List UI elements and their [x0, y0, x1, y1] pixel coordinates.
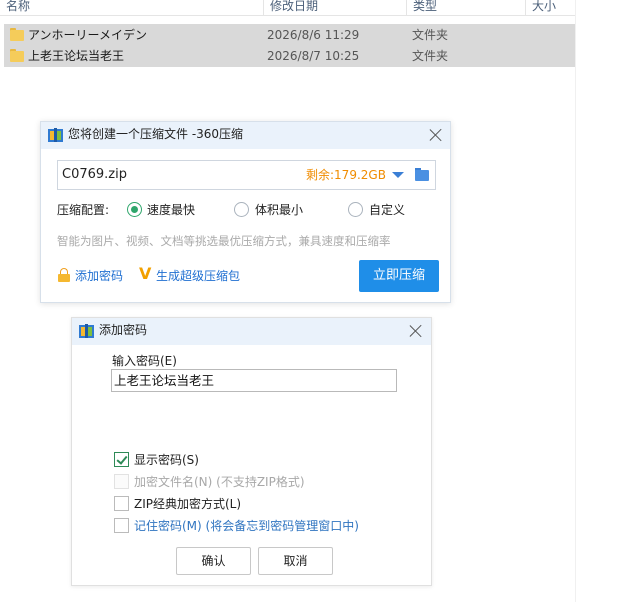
folder-icon: [10, 49, 24, 62]
compress-dialog-titlebar[interactable]: 您将创建一个压缩文件 -360压缩: [41, 122, 450, 149]
password-dialog-titlebar[interactable]: 添加密码: [72, 318, 431, 345]
cancel-button[interactable]: 取消: [258, 547, 333, 575]
file-name: アンホーリーメイデン: [28, 28, 148, 42]
radio-speed-fastest[interactable]: [127, 202, 142, 217]
password-field[interactable]: 上老王论坛当老王: [111, 369, 397, 392]
column-header-size[interactable]: 大小: [525, 0, 556, 16]
remember-password-label[interactable]: 记住密码(M) (将会备忘到密码管理窗口中): [134, 518, 359, 534]
option-size-smallest-label[interactable]: 体积最小: [255, 202, 303, 218]
file-date: 2026/8/7 10:25: [267, 49, 360, 63]
compress-dialog: 您将创建一个压缩文件 -360压缩 C0769.zip 剩余:179.2GB 压…: [40, 121, 451, 303]
free-space-label: 剩余:179.2GB: [306, 168, 386, 182]
encrypt-filename-label: 加密文件名(N) (不支持ZIP格式): [134, 475, 305, 489]
file-row[interactable]: アンホーリーメイデン 2026/8/6 11:29 文件夹: [4, 24, 575, 46]
column-header-name[interactable]: 名称: [0, 0, 30, 16]
chevron-down-icon[interactable]: [392, 172, 404, 178]
compress-dialog-title: 您将创建一个压缩文件 -360压缩: [68, 127, 244, 141]
zip-classic-encryption-label[interactable]: ZIP经典加密方式(L): [134, 496, 241, 512]
right-panel-edge: [575, 0, 624, 602]
compress-now-button[interactable]: 立即压缩: [359, 260, 439, 292]
compress-config-label: 压缩配置:: [57, 203, 110, 217]
column-header-date[interactable]: 修改日期: [263, 0, 318, 16]
archive-filename: C0769.zip: [62, 167, 127, 182]
folder-icon: [10, 28, 24, 41]
encrypt-filename-checkbox: [114, 474, 129, 489]
zip-classic-encryption-checkbox[interactable]: [114, 496, 129, 511]
file-type: 文件夹: [412, 28, 449, 42]
option-custom-label[interactable]: 自定义: [369, 202, 405, 218]
file-name: 上老王论坛当老王: [28, 49, 125, 63]
archive-logo-icon: [48, 128, 63, 142]
column-header-type[interactable]: 类型: [406, 0, 437, 16]
show-password-checkbox[interactable]: [114, 452, 129, 467]
add-password-dialog: 添加密码 输入密码(E) 上老王论坛当老王 显示密码(S) 加密文件名(N) (…: [71, 317, 432, 586]
radio-custom[interactable]: [348, 202, 363, 217]
option-speed-fastest-label[interactable]: 速度最快: [147, 202, 195, 218]
add-password-link[interactable]: 添加密码: [75, 268, 123, 284]
super-zip-v-icon[interactable]: V: [139, 265, 151, 283]
super-zip-link[interactable]: 生成超级压缩包: [156, 268, 240, 284]
show-password-label[interactable]: 显示密码(S): [134, 452, 199, 468]
confirm-button[interactable]: 确认: [176, 547, 251, 575]
password-input-label: 输入密码(E): [112, 354, 177, 368]
file-date: 2026/8/6 11:29: [267, 28, 360, 42]
lock-icon[interactable]: [58, 268, 70, 282]
radio-size-smallest[interactable]: [234, 202, 249, 217]
file-type: 文件夹: [412, 49, 449, 63]
archive-logo-icon: [79, 324, 94, 338]
browse-folder-icon[interactable]: [415, 168, 429, 181]
file-row[interactable]: 上老王论坛当老王 2026/8/7 10:25 文件夹: [4, 45, 575, 67]
archive-path-input[interactable]: C0769.zip 剩余:179.2GB: [57, 160, 436, 190]
close-icon[interactable]: [409, 324, 423, 338]
compress-hint-text: 智能为图片、视频、文档等挑选最优压缩方式，兼具速度和压缩率: [57, 234, 391, 248]
remember-password-checkbox[interactable]: [114, 518, 129, 533]
close-icon[interactable]: [429, 128, 443, 142]
password-dialog-title: 添加密码: [99, 323, 148, 337]
column-header-row: 名称 修改日期 类型 大小: [0, 0, 575, 16]
